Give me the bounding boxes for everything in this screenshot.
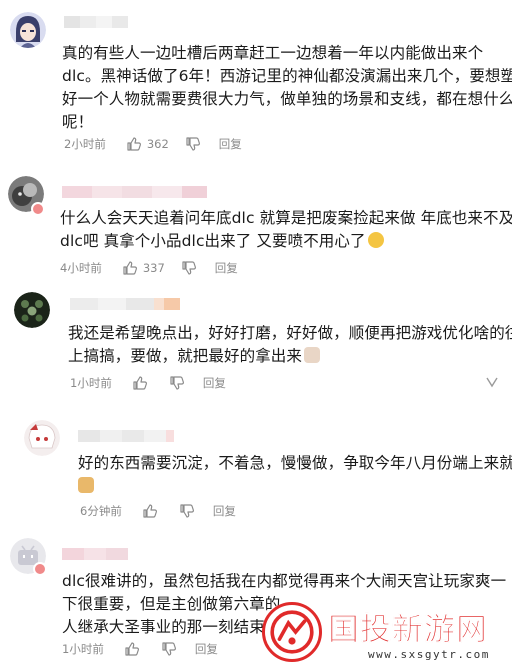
thumb-down-icon [182, 261, 196, 275]
comment-text: 什么人会天天追着问年底dlc 就算是把废案捡起来做 年底也来不及 dlc吧 真拿… [60, 209, 512, 250]
like-button[interactable]: 362 [126, 136, 169, 152]
username-blurred[interactable] [64, 16, 128, 28]
comment-meta: 4小时前 337 回复 [60, 260, 238, 276]
site-watermark: 国投新游网 www.sxsgytr.com [256, 598, 512, 665]
level-badge-icon [31, 202, 45, 216]
emoji-icon [367, 232, 384, 248]
thumb-up-icon [125, 642, 139, 656]
comment-meta: 1小时前 回复 [62, 641, 218, 657]
watermark-title: 国投新游网 [328, 612, 488, 649]
dislike-button[interactable] [169, 375, 185, 391]
thumb-up-icon [127, 137, 141, 151]
emoji-icon [78, 477, 94, 493]
anime-character-avatar-icon [24, 420, 60, 456]
like-button[interactable] [132, 375, 153, 391]
anime-girl-avatar-icon [10, 12, 46, 48]
comment-meta: 1小时前 回复 [70, 375, 226, 391]
reply-button[interactable]: 回复 [195, 641, 218, 657]
thumb-up-icon [143, 504, 157, 518]
timestamp: 6分钟前 [80, 504, 122, 518]
avatar[interactable] [10, 12, 46, 48]
username-blurred[interactable] [78, 430, 174, 442]
timestamp: 1小时前 [62, 642, 104, 656]
thumb-down-icon [170, 376, 184, 390]
more-icon[interactable] [486, 376, 498, 388]
reply-button[interactable]: 回复 [215, 260, 238, 276]
thumb-down-icon [162, 642, 176, 656]
like-count: 337 [142, 261, 165, 275]
reply-button[interactable]: 回复 [219, 136, 242, 152]
like-button[interactable] [124, 641, 145, 657]
comment-meta: 2小时前 362 回复 [64, 136, 242, 152]
level-badge-icon [33, 562, 47, 576]
username-blurred[interactable] [62, 548, 128, 560]
emoji-icon [304, 347, 321, 363]
timestamp: 1小时前 [70, 376, 112, 390]
like-count: 362 [146, 137, 169, 151]
thumb-up-icon [133, 376, 147, 390]
reply-button[interactable]: 回复 [203, 375, 226, 391]
watermark-url: www.sxsgytr.com [368, 648, 490, 661]
reply-button[interactable]: 回复 [213, 503, 236, 519]
dislike-button[interactable] [161, 641, 177, 657]
avatar[interactable] [14, 292, 50, 328]
like-button[interactable]: 337 [122, 260, 165, 276]
thumb-down-icon [186, 137, 200, 151]
comment-text: 我还是希望晚点出，好好打磨，好好做，顺便再把游戏优化啥的往 上搞搞，要做，就把最… [68, 324, 512, 365]
skull-group-avatar-icon [14, 292, 50, 328]
timestamp: 2小时前 [64, 137, 106, 151]
dislike-button[interactable] [181, 260, 197, 276]
dislike-button[interactable] [179, 503, 195, 519]
thumb-up-icon [123, 261, 137, 275]
username-blurred[interactable] [70, 298, 180, 310]
like-button[interactable] [142, 503, 163, 519]
comment-meta: 6分钟前 回复 [80, 503, 236, 519]
dislike-button[interactable] [185, 136, 201, 152]
comment-text: 真的有些人一边吐槽后两章赶工一边想着一年以内能做出来个 dlc。黑神话做了6年！… [62, 44, 512, 131]
avatar[interactable] [24, 420, 60, 456]
username-blurred[interactable] [62, 186, 207, 198]
comment-text: 好的东西需要沉淀，不着急，慢慢做，争取今年八月份端上来就好 [78, 452, 512, 498]
thumb-down-icon [180, 504, 194, 518]
watermark-logo-icon [262, 602, 322, 662]
timestamp: 4小时前 [60, 261, 102, 275]
